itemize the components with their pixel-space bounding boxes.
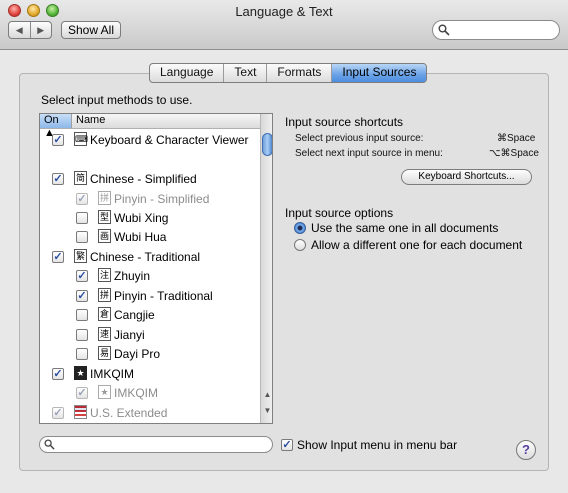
enable-checkbox[interactable]: ✓ — [76, 193, 88, 205]
list-item-label: Jianyi — [114, 328, 145, 342]
list-item[interactable]: ✓ 拼 Pinyin - Traditional — [40, 287, 260, 305]
list-item[interactable]: 型 Wubi Xing — [40, 209, 260, 227]
enable-checkbox[interactable] — [76, 329, 88, 341]
back-arrow-icon[interactable]: ◀ — [9, 22, 31, 38]
enable-checkbox[interactable]: ✓ — [76, 387, 88, 399]
list-item[interactable]: ✓ 简 Chinese - Simplified — [40, 170, 260, 188]
list-item[interactable]: ✓ 繁 Chinese - Traditional — [40, 248, 260, 266]
enable-checkbox[interactable] — [76, 212, 88, 224]
enable-checkbox[interactable]: ✓ — [76, 290, 88, 302]
list-item-label: Chinese - Simplified — [90, 172, 197, 186]
title-bar: Language & Text ◀ ▶ Show All — [0, 0, 568, 50]
list-item-label: Chinese - Traditional — [90, 250, 201, 264]
radio-different-document[interactable] — [294, 239, 306, 251]
scroll-down-icon[interactable]: ▼ — [262, 406, 272, 418]
options-heading: Input source options — [285, 206, 394, 220]
scroll-up-icon[interactable]: ▲ — [262, 390, 272, 402]
forward-arrow-icon[interactable]: ▶ — [31, 22, 52, 38]
input-source-icon: 画 — [98, 229, 111, 243]
option-different-label: Allow a different one for each document — [311, 238, 523, 252]
list-item[interactable]: ✓ ★ IMKQIM — [40, 365, 260, 383]
list-item[interactable]: ✓ ★ IMKQIM — [40, 384, 260, 402]
show-input-menu-label: Show Input menu in menu bar — [297, 438, 458, 452]
enable-checkbox[interactable]: ✓ — [52, 368, 64, 380]
input-source-icon — [74, 405, 87, 419]
enable-checkbox[interactable]: ✓ — [76, 270, 88, 282]
tab-language[interactable]: Language — [150, 64, 225, 82]
input-source-icon: ★ — [74, 366, 87, 380]
list-item-label: Dayi Pro — [114, 347, 161, 361]
list-item[interactable]: 速 Jianyi — [40, 326, 260, 344]
list-item-label: Zhuyin — [114, 269, 151, 283]
list-item-label: Wubi Xing — [114, 211, 169, 225]
option-same-label: Use the same one in all documents — [311, 221, 499, 235]
toolbar-search-field[interactable] — [432, 20, 560, 40]
list-item-label: IMKQIM — [90, 367, 134, 381]
prev-source-shortcut: ⌘Space — [497, 133, 536, 144]
column-on[interactable]: On ▲ — [40, 114, 72, 139]
input-source-icon: 易 — [98, 346, 111, 360]
search-icon — [438, 24, 450, 36]
list-item-label: IMKQIM — [114, 386, 158, 400]
input-source-icon: ★ — [98, 385, 111, 399]
column-name[interactable]: Name — [76, 114, 105, 127]
window-title: Language & Text — [235, 4, 333, 19]
tab-formats[interactable]: Formats — [267, 64, 333, 82]
input-source-icon: 倉 — [98, 307, 111, 321]
list-header: On ▲ Name — [40, 114, 260, 139]
tab-bar: Language Text Formats Input Sources — [149, 63, 428, 83]
input-source-icon: 拼 — [98, 191, 111, 205]
input-source-icon: 速 — [98, 327, 111, 341]
input-source-icon: 繁 — [74, 249, 87, 263]
enable-checkbox[interactable] — [76, 231, 88, 243]
list-item[interactable]: 易 Dayi Pro — [40, 345, 260, 363]
radio-same-document[interactable] — [294, 222, 306, 234]
input-source-icon: 简 — [74, 171, 87, 185]
next-source-label: Select next input source in menu: — [295, 148, 443, 159]
enable-checkbox[interactable] — [76, 348, 88, 360]
nav-back-forward: ◀ ▶ — [8, 21, 52, 39]
search-icon — [44, 439, 55, 450]
show-input-menu-checkbox[interactable]: ✓ — [281, 439, 293, 451]
input-source-icon: ⌨ — [74, 132, 88, 146]
show-all-button[interactable]: Show All — [61, 21, 121, 39]
input-source-icon: 拼 — [98, 288, 111, 302]
shortcuts-heading: Input source shortcuts — [285, 115, 404, 129]
list-scrollbar[interactable]: ▲ ▼ — [260, 114, 272, 423]
tab-input-sources[interactable]: Input Sources — [332, 64, 427, 82]
list-item-label: Cangjie — [114, 308, 155, 322]
list-item-label: Wubi Hua — [114, 230, 167, 244]
enable-checkbox[interactable]: ✓ — [52, 407, 64, 419]
input-source-icon: 型 — [98, 210, 111, 224]
list-item-label: Keyboard & Character Viewer — [90, 133, 249, 147]
next-source-shortcut: ⌥⌘Space — [489, 148, 539, 159]
list-search-field[interactable] — [39, 436, 273, 453]
list-item[interactable]: ✓ ⌨ Keyboard & Character Viewer — [40, 131, 260, 149]
list-item-label: U.S. Extended — [90, 406, 168, 420]
input-source-icon: 注 — [98, 268, 111, 282]
list-instruction: Select input methods to use. — [41, 93, 193, 107]
list-item[interactable]: ✓ 拼 Pinyin - Simplified — [40, 190, 260, 208]
list-item[interactable]: ✓ 注 Zhuyin — [40, 267, 260, 285]
list-item[interactable]: ✓ U.S. Extended — [40, 404, 260, 422]
list-item-label: Pinyin - Simplified — [114, 192, 210, 206]
help-button[interactable]: ? — [516, 440, 536, 460]
input-methods-list[interactable]: On ▲ Name ✓ ⌨ Keyboard & Character Viewer ✓… — [39, 113, 273, 424]
prev-source-label: Select previous input source: — [295, 133, 424, 144]
list-item[interactable]: 倉 Cangjie — [40, 306, 260, 324]
list-item[interactable]: 画 Wubi Hua — [40, 228, 260, 246]
enable-checkbox[interactable]: ✓ — [52, 173, 64, 185]
enable-checkbox[interactable]: ✓ — [52, 251, 64, 263]
list-item-label: Pinyin - Traditional — [114, 289, 213, 303]
enable-checkbox[interactable]: ✓ — [52, 134, 64, 146]
enable-checkbox[interactable] — [76, 309, 88, 321]
keyboard-shortcuts-button[interactable]: Keyboard Shortcuts... — [401, 169, 532, 185]
tab-text[interactable]: Text — [224, 64, 268, 82]
scrollbar-thumb[interactable] — [262, 133, 272, 156]
